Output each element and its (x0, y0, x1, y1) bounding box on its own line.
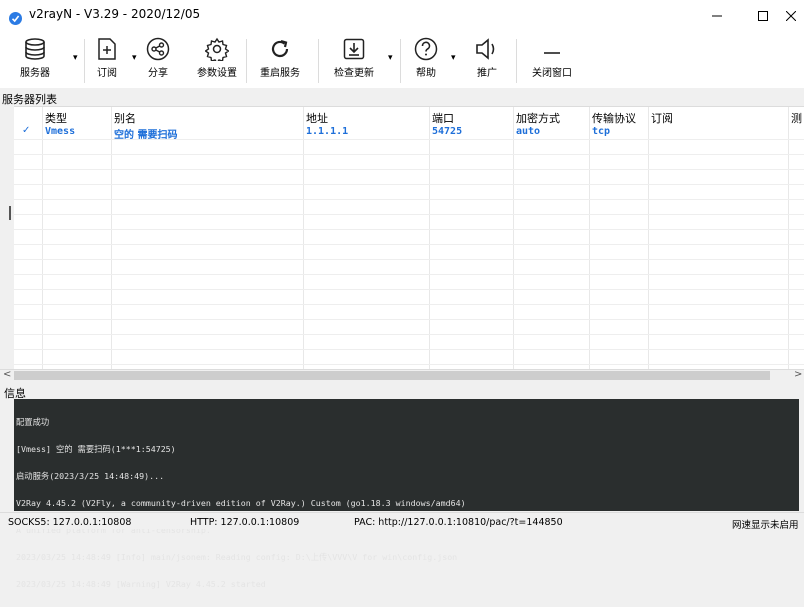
close-window-toolbar-button[interactable]: 关闭窗口 (532, 37, 572, 79)
log-output[interactable]: 配置成功 [Vmess] 空的 需要扫码(1***1:54725) 启动服务(2… (14, 399, 799, 589)
cell-security: auto (516, 126, 541, 137)
server-list-title: 服务器列表 (2, 93, 57, 106)
refresh-icon (271, 39, 289, 58)
help-label: 帮助 (416, 68, 436, 79)
cell-alias: 空的 需要扫码 (114, 130, 178, 141)
promote-button[interactable]: 推广 (474, 37, 500, 79)
check-update-label: 检查更新 (334, 68, 374, 79)
column-divider (42, 107, 43, 370)
servers-button[interactable]: 服务器 (20, 37, 50, 79)
minimize-icon (712, 15, 722, 16)
table-row[interactable]: ✓ Vmess 空的 需要扫码 1.1.1.1 54725 auto tcp (14, 124, 804, 141)
maximize-button[interactable] (740, 0, 786, 31)
toolbar-separator (400, 39, 401, 83)
settings-button[interactable]: 参数设置 (197, 37, 237, 79)
download-icon (343, 38, 365, 60)
check-update-button[interactable]: 检查更新 (334, 37, 374, 79)
row-divider (14, 364, 804, 365)
row-divider (14, 289, 804, 290)
row-divider (14, 259, 804, 260)
log-line: 启动服务(2023/3/25 14:48:49)... (16, 471, 165, 481)
left-gutter (0, 399, 14, 511)
promote-label: 推广 (477, 68, 497, 79)
cell-port: 54725 (432, 126, 463, 137)
log-lines: 配置成功 [Vmess] 空的 需要扫码(1***1:54725) 启动服务(2… (16, 400, 466, 607)
maximize-icon (758, 10, 768, 21)
log-line: V2Ray 4.45.2 (V2Fly, a community-driven … (16, 498, 466, 508)
gear-icon (205, 37, 229, 61)
log-vertical-scrollbar[interactable] (799, 399, 804, 511)
subscribe-dropdown-caret[interactable]: ▾ (132, 53, 137, 63)
servers-dropdown-caret[interactable]: ▾ (73, 53, 78, 63)
row-divider (14, 319, 804, 320)
v2rayn-app-icon (9, 10, 22, 25)
status-bar: SOCKS5: 127.0.0.1:10808 HTTP: 127.0.0.1:… (0, 512, 804, 531)
cell-type: Vmess (45, 126, 76, 137)
column-divider (303, 107, 304, 370)
toolbar-separator (318, 39, 319, 83)
column-divider (429, 107, 430, 370)
row-divider (14, 349, 804, 350)
scroll-left-arrow[interactable]: < (3, 369, 11, 380)
cell-address: 1.1.1.1 (306, 126, 349, 137)
help-dropdown-caret[interactable]: ▾ (451, 53, 456, 63)
toolbar-separator (516, 39, 517, 83)
server-list-table[interactable]: 类型 别名 地址 端口 加密方式 传输协议 订阅 测 ✓ Vmess 空的 需要… (14, 106, 804, 370)
share-label: 分享 (148, 68, 168, 79)
column-divider (513, 107, 514, 370)
database-icon (25, 38, 45, 60)
minimize-to-tray-icon (544, 52, 560, 54)
toolbar: 服务器 ▾ 订阅 ▾ 分享 参数设置 重启服务 检查更新 ▾ 帮助 ▾ 推广 关… (0, 31, 804, 88)
row-divider (14, 154, 804, 155)
socks-status: SOCKS5: 127.0.0.1:10808 (8, 517, 132, 528)
toolbar-separator (84, 39, 85, 83)
share-button[interactable]: 分享 (146, 37, 170, 79)
cell-network: tcp (592, 126, 611, 137)
splitter-handle[interactable] (9, 206, 11, 220)
restart-service-label: 重启服务 (260, 68, 300, 79)
speed-status: 网速显示未启用 (732, 520, 799, 531)
row-divider (14, 214, 804, 215)
table-header: 类型 别名 地址 端口 加密方式 传输协议 订阅 测 (14, 107, 804, 125)
subscribe-button[interactable]: 订阅 (96, 37, 118, 79)
share-icon (146, 37, 170, 61)
row-divider (14, 184, 804, 185)
row-divider (14, 244, 804, 245)
close-icon (786, 10, 796, 21)
column-divider (648, 107, 649, 370)
row-divider (14, 169, 804, 170)
row-divider (14, 199, 804, 200)
help-button[interactable]: 帮助 (414, 37, 438, 79)
log-line: 2023/03/25 14:48:49 [Info] main/jsonem: … (16, 552, 458, 562)
log-line: [Vmess] 空的 需要扫码(1***1:54725) (16, 444, 176, 454)
row-divider (14, 274, 804, 275)
column-divider (788, 107, 789, 370)
servers-label: 服务器 (20, 68, 50, 79)
toolbar-separator (246, 39, 247, 83)
settings-label: 参数设置 (197, 68, 237, 79)
log-line: 配置成功 (16, 417, 50, 427)
update-dropdown-caret[interactable]: ▾ (388, 53, 393, 63)
active-server-check-icon: ✓ (22, 125, 31, 136)
subscribe-label: 订阅 (97, 68, 117, 79)
column-divider (589, 107, 590, 370)
scroll-right-arrow[interactable]: > (794, 369, 802, 380)
log-line: 2023/03/25 14:48:49 [Warning] V2Ray 4.45… (16, 579, 266, 589)
pac-status: PAC: http://127.0.0.1:10810/pac/?t=14485… (354, 517, 563, 528)
row-divider (14, 229, 804, 230)
left-gutter (0, 106, 14, 369)
http-status: HTTP: 127.0.0.1:10809 (190, 517, 300, 528)
add-document-icon (98, 38, 116, 60)
row-divider (14, 304, 804, 305)
restart-service-button[interactable]: 重启服务 (260, 37, 300, 79)
minimize-button[interactable] (694, 0, 740, 31)
scrollbar-thumb[interactable] (14, 371, 770, 380)
row-divider (14, 334, 804, 335)
speaker-icon (476, 38, 495, 60)
window-title: v2rayN - V3.29 - 2020/12/05 (29, 7, 201, 21)
close-window-button[interactable] (786, 0, 804, 31)
column-divider (111, 107, 112, 370)
help-icon (414, 37, 438, 61)
close-window-label: 关闭窗口 (532, 68, 572, 79)
